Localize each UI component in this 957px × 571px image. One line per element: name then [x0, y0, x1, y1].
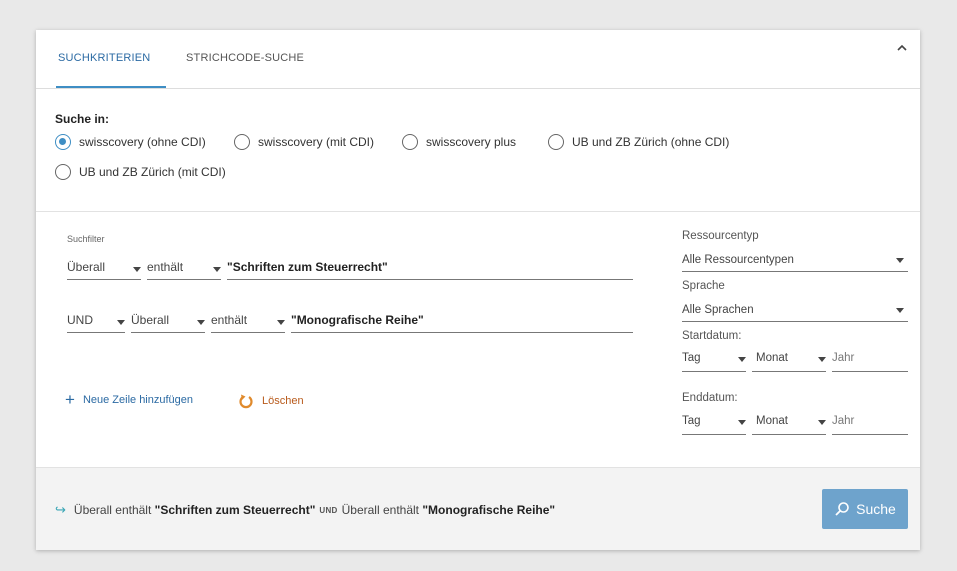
caret-down-icon: [818, 357, 826, 362]
clear-label: Löschen: [262, 395, 304, 407]
radio-unchecked-icon: [402, 134, 418, 150]
summary-field: Überall: [341, 503, 380, 517]
tab-strichcode-suche[interactable]: STRICHCODE-SUCHE: [186, 52, 304, 88]
summary-operator: enthält: [115, 503, 152, 517]
summary-value: "Monografische Reihe": [422, 503, 556, 517]
query-summary: ↪ Überall enthält "Schriften zum Steuerr…: [55, 502, 555, 518]
summary-field: Überall: [73, 503, 112, 517]
query-input-row2[interactable]: "Monografische Reihe": [291, 313, 633, 333]
reset-icon: [238, 393, 254, 409]
arrow-right-icon: ↪: [55, 502, 66, 517]
query-input-row1[interactable]: "Schriften zum Steuerrecht": [227, 260, 633, 280]
add-row-label: Neue Zeile hinzufügen: [82, 394, 194, 406]
field-select-value: Überall: [131, 313, 170, 327]
radio-label: UB und ZB Zürich (ohne CDI): [572, 135, 730, 149]
search-icon: [834, 501, 850, 517]
radio-swisscovery-ohne-cdi[interactable]: swisscovery (ohne CDI): [55, 134, 206, 150]
end-date-label: Enddatum:: [682, 392, 738, 404]
radio-unchecked-icon: [548, 134, 564, 150]
caret-down-icon: [896, 258, 904, 263]
caret-down-icon: [213, 267, 221, 272]
collapse-chevron-icon[interactable]: [894, 40, 910, 56]
field-select-value: Überall: [67, 260, 106, 274]
start-date-label: Startdatum:: [682, 330, 742, 342]
language-value: Alle Sprachen: [682, 304, 754, 316]
operator-select-value: enthält: [211, 313, 248, 327]
summary-boolean: UND: [319, 505, 338, 515]
search-filter-label: Suchfilter: [67, 234, 105, 244]
divider: [36, 211, 920, 212]
search-button[interactable]: Suche: [822, 489, 908, 529]
day-value: Tag: [682, 352, 701, 364]
radio-unchecked-icon: [55, 164, 71, 180]
caret-down-icon: [197, 320, 205, 325]
radio-swisscovery-plus[interactable]: swisscovery plus: [402, 134, 516, 150]
resource-type-select[interactable]: Alle Ressourcentypen: [682, 252, 908, 272]
day-value: Tag: [682, 415, 701, 427]
caret-down-icon: [818, 420, 826, 425]
caret-down-icon: [896, 308, 904, 313]
caret-down-icon: [117, 320, 125, 325]
operator-select-value: enthält: [147, 260, 184, 274]
start-year-input[interactable]: Jahr: [832, 352, 908, 372]
add-row-button[interactable]: + Neue Zeile hinzufügen: [65, 390, 194, 409]
month-value: Monat: [756, 352, 788, 364]
radio-label: swisscovery (mit CDI): [258, 135, 374, 149]
radio-unchecked-icon: [234, 134, 250, 150]
field-select-row2[interactable]: Überall: [131, 313, 205, 333]
radio-label: swisscovery (ohne CDI): [79, 135, 206, 149]
tab-suchkriterien[interactable]: SUCHKRITERIEN: [56, 52, 166, 88]
radio-swisscovery-mit-cdi[interactable]: swisscovery (mit CDI): [234, 134, 374, 150]
caret-down-icon: [738, 420, 746, 425]
start-month-select[interactable]: Monat: [752, 352, 826, 372]
radio-label: swisscovery plus: [426, 135, 517, 149]
radio-checked-icon: [55, 134, 71, 150]
search-in-label: Suche in:: [55, 112, 110, 126]
plus-icon: +: [65, 390, 75, 409]
search-button-label: Suche: [856, 501, 896, 517]
clear-button[interactable]: Löschen: [238, 393, 304, 409]
end-year-input[interactable]: Jahr: [832, 415, 908, 435]
caret-down-icon: [277, 320, 285, 325]
start-day-select[interactable]: Tag: [682, 352, 746, 372]
resource-type-label: Ressourcentyp: [682, 230, 759, 242]
tab-bar: SUCHKRITERIEN STRICHCODE-SUCHE: [36, 30, 920, 89]
language-label: Sprache: [682, 280, 725, 292]
summary-value: "Schriften zum Steuerrecht": [154, 503, 316, 517]
operator-select-row2[interactable]: enthält: [211, 313, 285, 333]
end-day-select[interactable]: Tag: [682, 415, 746, 435]
radio-label: UB und ZB Zürich (mit CDI): [79, 165, 226, 179]
radio-ub-zb-ohne-cdi[interactable]: UB und ZB Zürich (ohne CDI): [548, 134, 729, 150]
end-month-select[interactable]: Monat: [752, 415, 826, 435]
boolean-select-value: UND: [67, 313, 93, 327]
advanced-search-panel: SUCHKRITERIEN STRICHCODE-SUCHE Suche in:…: [36, 30, 920, 550]
resource-type-value: Alle Ressourcentypen: [682, 254, 794, 266]
radio-ub-zb-mit-cdi[interactable]: UB und ZB Zürich (mit CDI): [55, 164, 226, 180]
boolean-select-row2[interactable]: UND: [67, 313, 125, 333]
caret-down-icon: [738, 357, 746, 362]
month-value: Monat: [756, 415, 788, 427]
operator-select-row1[interactable]: enthält: [147, 260, 221, 280]
language-select[interactable]: Alle Sprachen: [682, 302, 908, 322]
caret-down-icon: [133, 267, 141, 272]
query-summary-bar: ↪ Überall enthält "Schriften zum Steuerr…: [36, 467, 920, 550]
field-select-row1[interactable]: Überall: [67, 260, 141, 280]
summary-operator: enthält: [382, 503, 420, 517]
